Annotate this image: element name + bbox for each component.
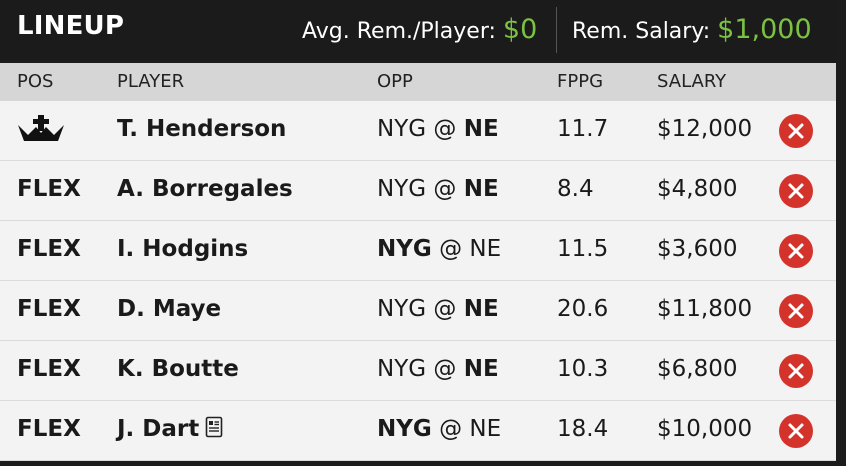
remove-player-button[interactable] (779, 174, 813, 208)
fppg-value: 11.7 (557, 116, 609, 142)
remove-player-button[interactable] (779, 354, 813, 388)
salary-value: $11,800 (657, 296, 753, 322)
fppg-value: 11.5 (557, 236, 609, 262)
opponent: NYG @ NE (377, 236, 502, 262)
avg-remaining-label: Avg. Rem./Player: (302, 19, 496, 44)
remove-x-icon (788, 183, 804, 199)
lineup-row: T. Henderson NYG @ NE 11.7 $12,000 (0, 101, 836, 161)
remove-x-icon (788, 423, 804, 439)
remove-x-icon (788, 303, 804, 319)
salary-value: $12,000 (657, 116, 753, 142)
remove-player-button[interactable] (779, 414, 813, 448)
remove-player-button[interactable] (779, 114, 813, 148)
fppg-value: 20.6 (557, 296, 609, 322)
position: FLEX (17, 416, 81, 442)
player-name[interactable]: T. Henderson (117, 116, 286, 142)
opponent: NYG @ NE (377, 116, 499, 142)
opponent: NYG @ NE (377, 296, 499, 322)
player-name-with-news[interactable]: J. Dart (117, 416, 223, 444)
opponent: NYG @ NE (377, 176, 499, 202)
position: FLEX (17, 356, 81, 382)
lineup-title: LINEUP (17, 11, 125, 41)
captain-crown-icon (16, 115, 66, 151)
col-opp: OPP (377, 71, 413, 92)
col-pos: POS (17, 71, 54, 92)
news-icon[interactable] (205, 416, 223, 444)
col-player: PLAYER (117, 71, 185, 92)
lineup-row: FLEX J. Dart NYG @ NE 18.4 $10,000 (0, 401, 836, 461)
position: FLEX (17, 176, 81, 202)
salary-value: $4,800 (657, 176, 738, 202)
avg-remaining-per-player: Avg. Rem./Player: $0 (302, 14, 537, 45)
right-edge (836, 0, 846, 466)
remaining-salary-label: Rem. Salary: (572, 19, 711, 44)
opponent: NYG @ NE (377, 356, 499, 382)
opponent: NYG @ NE (377, 416, 502, 442)
position: FLEX (17, 296, 81, 322)
player-name[interactable]: K. Boutte (117, 356, 239, 382)
lineup-header: LINEUP Avg. Rem./Player: $0 Rem. Salary:… (0, 0, 836, 63)
col-salary: SALARY (657, 71, 727, 92)
player-name[interactable]: I. Hodgins (117, 236, 248, 262)
remove-player-button[interactable] (779, 294, 813, 328)
remaining-salary: Rem. Salary: $1,000 (572, 14, 812, 45)
fppg-value: 8.4 (557, 176, 594, 202)
col-fppg: FPPG (557, 71, 604, 92)
remove-x-icon (788, 363, 804, 379)
header-divider (556, 7, 557, 53)
lineup-row: FLEX I. Hodgins NYG @ NE 11.5 $3,600 (0, 221, 836, 281)
lineup-row: FLEX A. Borregales NYG @ NE 8.4 $4,800 (0, 161, 836, 221)
remove-x-icon (788, 123, 804, 139)
player-name[interactable]: A. Borregales (117, 176, 293, 202)
remaining-salary-value: $1,000 (717, 14, 812, 45)
salary-value: $6,800 (657, 356, 738, 382)
remove-x-icon (788, 243, 804, 259)
fppg-value: 18.4 (557, 416, 609, 442)
salary-value: $10,000 (657, 416, 753, 442)
bottom-edge (0, 461, 836, 466)
remove-player-button[interactable] (779, 234, 813, 268)
column-headers: POS PLAYER OPP FPPG SALARY (0, 63, 836, 101)
fppg-value: 10.3 (557, 356, 609, 382)
avg-remaining-value: $0 (502, 14, 538, 45)
player-name[interactable]: D. Maye (117, 296, 221, 322)
lineup-panel: LINEUP Avg. Rem./Player: $0 Rem. Salary:… (0, 0, 836, 466)
salary-value: $3,600 (657, 236, 738, 262)
lineup-row: FLEX D. Maye NYG @ NE 20.6 $11,800 (0, 281, 836, 341)
player-name[interactable]: J. Dart (117, 416, 199, 442)
position: FLEX (17, 236, 81, 262)
lineup-row: FLEX K. Boutte NYG @ NE 10.3 $6,800 (0, 341, 836, 401)
